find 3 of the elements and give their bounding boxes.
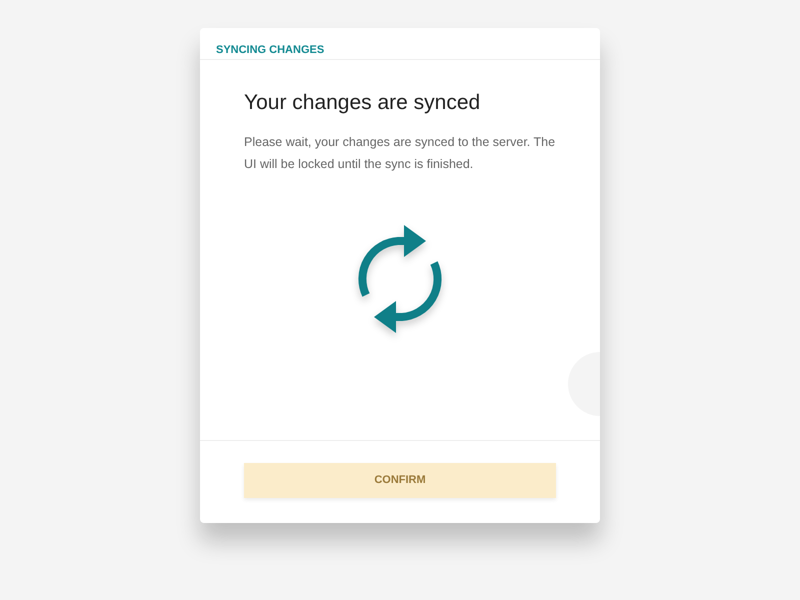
dialog-message: Please wait, your changes are synced to the server. The UI will be locked until the sync is finished.: [244, 134, 556, 174]
dialog-title: Your changes are synced: [244, 90, 482, 116]
dialog-header: SYNCING CHANGES: [216, 44, 324, 56]
